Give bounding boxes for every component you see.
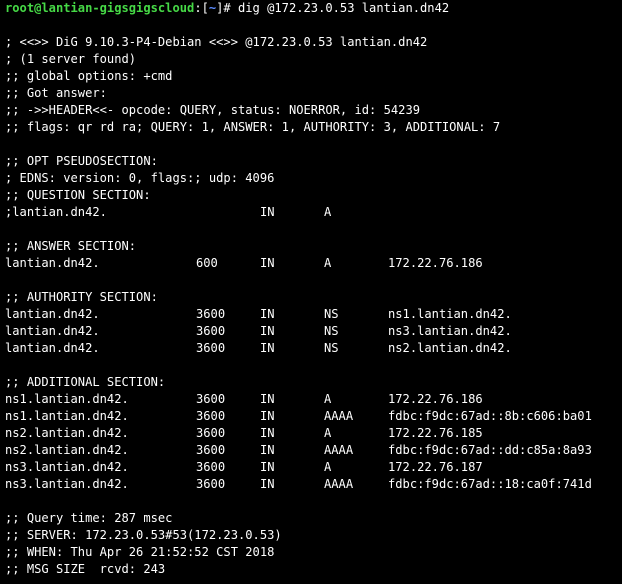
answer-section: lantian.dn42. 600 IN A 172.22.76.186 [5, 255, 622, 272]
record-ttl: 3600 [196, 426, 226, 440]
record-type: A [324, 256, 332, 270]
output-line: ; <<>> DiG 9.10.3-P4-Debian <<>> @172.23… [5, 35, 428, 49]
record-type: AAAA [324, 409, 354, 423]
record-name: ns2.lantian.dn42. [5, 443, 129, 457]
record-name: ns2.lantian.dn42. [5, 426, 129, 440]
record-name: lantian.dn42. [5, 341, 100, 355]
record-data: fdbc:f9dc:67ad::8b:c606:ba01 [388, 409, 592, 423]
record-ttl: 3600 [196, 341, 226, 355]
record-data: fdbc:f9dc:67ad::dd:c85a:8a93 [388, 443, 592, 457]
record-ttl: 3600 [196, 443, 226, 457]
record-name: lantian.dn42. [5, 256, 100, 270]
additional-record-row: ns3.lantian.dn42. 3600 IN A 172.22.76.187 [5, 459, 622, 476]
additional-record-row: ns2.lantian.dn42. 3600 IN AAAA fdbc:f9dc:67a… [5, 442, 622, 459]
prompt-path-close: ]# [216, 1, 238, 15]
record-name: ns3.lantian.dn42. [5, 477, 129, 491]
additional-section: ns1.lantian.dn42. 3600 IN A 172.22.76.186 ns1… [5, 391, 622, 493]
authority-section: lantian.dn42. 3600 IN NS ns1.lantian.dn42. la… [5, 306, 622, 357]
record-data: 172.22.76.185 [388, 426, 483, 440]
authority-record-row: lantian.dn42. 3600 IN NS ns1.lantian.dn42. [5, 306, 622, 323]
command-text: dig @172.23.0.53 lantian.dn42 [238, 1, 450, 15]
record-data: 172.22.76.186 [388, 256, 483, 270]
record-ttl: 3600 [196, 409, 226, 423]
record-type: NS [324, 324, 339, 338]
dig-header-output: ; <<>> DiG 9.10.3-P4-Debian <<>> @172.23… [5, 17, 622, 204]
record-class: IN [260, 256, 275, 270]
record-type: A [324, 205, 332, 219]
output-line: ; EDNS: version: 0, flags:; udp: 4096 [5, 171, 275, 185]
output-line: ;; ->>HEADER<<- opcode: QUERY, status: N… [5, 103, 421, 117]
record-data: fdbc:f9dc:67ad::18:ca0f:741d [388, 477, 592, 491]
record-data: 172.22.76.186 [388, 392, 483, 406]
answer-record-row: lantian.dn42. 600 IN A 172.22.76.186 [5, 255, 622, 272]
authority-record-row: lantian.dn42. 3600 IN NS ns2.lantian.dn42. [5, 340, 622, 357]
output-line: ;; Query time: 287 msec [5, 511, 173, 525]
record-class: IN [260, 409, 275, 423]
record-data: ns3.lantian.dn42. [388, 324, 512, 338]
record-class: IN [260, 426, 275, 440]
prompt-path-open: :[ [194, 1, 209, 15]
record-class: IN [260, 443, 275, 457]
record-name: ns1.lantian.dn42. [5, 409, 129, 423]
record-name: lantian.dn42. [5, 307, 100, 321]
record-type: A [324, 426, 332, 440]
record-type: AAAA [324, 477, 354, 491]
additional-section-header: ;; ADDITIONAL SECTION: [5, 375, 166, 389]
question-row: ;lantian.dn42. IN A [5, 204, 622, 221]
prompt-user-host: root@lantian-gigsgigscloud [5, 1, 195, 15]
record-type: NS [324, 341, 339, 355]
record-class: IN [260, 477, 275, 491]
record-ttl: 600 [196, 256, 218, 270]
terminal-window[interactable]: root@lantian-gigsgigscloud:[~]# dig @172… [0, 0, 622, 584]
record-name: ns1.lantian.dn42. [5, 392, 129, 406]
record-name: ns3.lantian.dn42. [5, 460, 129, 474]
record-class: IN [260, 307, 275, 321]
prompt-line: root@lantian-gigsgigscloud:[~]# dig @172… [5, 0, 622, 17]
record-ttl: 3600 [196, 307, 226, 321]
record-type: AAAA [324, 443, 354, 457]
record-name: ;lantian.dn42. [5, 205, 107, 219]
authority-record-row: lantian.dn42. 3600 IN NS ns3.lantian.dn42. [5, 323, 622, 340]
dig-footer-output: ;; Query time: 287 msec ;; SERVER: 172.23… [5, 510, 622, 578]
output-line: ;; MSG SIZE rcvd: 243 [5, 562, 166, 576]
output-line: ;; QUESTION SECTION: [5, 188, 151, 202]
record-class: IN [260, 392, 275, 406]
output-line: ;; SERVER: 172.23.0.53#53(172.23.0.53) [5, 528, 282, 542]
record-data: ns1.lantian.dn42. [388, 307, 512, 321]
output-line: ;; OPT PSEUDOSECTION: [5, 154, 158, 168]
record-type: NS [324, 307, 339, 321]
output-line: ;; WHEN: Thu Apr 26 21:52:52 CST 2018 [5, 545, 275, 559]
question-section: ;lantian.dn42. IN A [5, 204, 622, 221]
answer-section-header: ;; ANSWER SECTION: [5, 239, 137, 253]
record-ttl: 3600 [196, 324, 226, 338]
record-name: lantian.dn42. [5, 324, 100, 338]
record-type: A [324, 460, 332, 474]
record-data: 172.22.76.187 [388, 460, 483, 474]
additional-record-row: ns2.lantian.dn42. 3600 IN A 172.22.76.185 [5, 425, 622, 442]
output-line: ; (1 server found) [5, 52, 137, 66]
record-class: IN [260, 205, 275, 219]
record-class: IN [260, 460, 275, 474]
additional-record-row: ns3.lantian.dn42. 3600 IN AAAA fdbc:f9dc:67a… [5, 476, 622, 493]
record-ttl: 3600 [196, 460, 226, 474]
record-ttl: 3600 [196, 392, 226, 406]
record-ttl: 3600 [196, 477, 226, 491]
additional-record-row: ns1.lantian.dn42. 3600 IN AAAA fdbc:f9dc:67a… [5, 408, 622, 425]
output-line: ;; flags: qr rd ra; QUERY: 1, ANSWER: 1,… [5, 120, 501, 134]
authority-section-header: ;; AUTHORITY SECTION: [5, 290, 158, 304]
record-class: IN [260, 324, 275, 338]
additional-record-row: ns1.lantian.dn42. 3600 IN A 172.22.76.186 [5, 391, 622, 408]
output-line: ;; Got answer: [5, 86, 107, 100]
record-data: ns2.lantian.dn42. [388, 341, 512, 355]
output-line: ;; global options: +cmd [5, 69, 173, 83]
record-class: IN [260, 341, 275, 355]
record-type: A [324, 392, 332, 406]
